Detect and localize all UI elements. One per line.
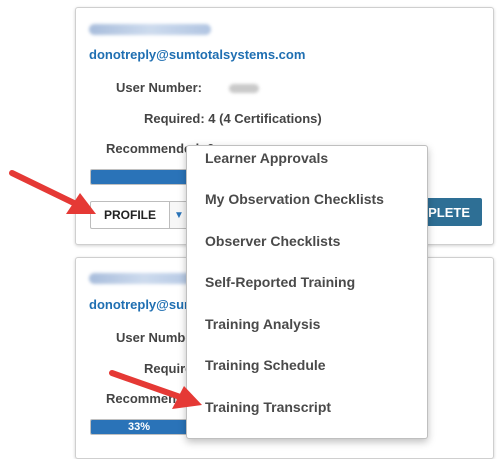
progress-bar bbox=[90, 169, 188, 185]
user-number-label: User Number: bbox=[116, 80, 202, 95]
menu-item-self-reported-training[interactable]: Self-Reported Training bbox=[205, 274, 355, 290]
user-email-link[interactable]: donotreply@sumtotalsystems.com bbox=[89, 47, 305, 62]
progress-percent: 33% bbox=[127, 421, 151, 433]
menu-item-my-observation-checklists[interactable]: My Observation Checklists bbox=[205, 191, 384, 207]
chevron-down-icon: ▼ bbox=[174, 209, 184, 221]
menu-item-training-analysis[interactable]: Training Analysis bbox=[205, 316, 320, 332]
user-number-redacted bbox=[229, 84, 259, 93]
menu-item-training-schedule[interactable]: Training Schedule bbox=[205, 357, 326, 373]
progress-fill: 33% bbox=[91, 420, 187, 434]
menu-item-observer-checklists[interactable]: Observer Checklists bbox=[205, 233, 340, 249]
progress-fill bbox=[91, 170, 187, 184]
required-count: Required: 4 (4 Certifications) bbox=[144, 111, 322, 126]
profile-dropdown-menu: Learner Approvals My Observation Checkli… bbox=[186, 145, 428, 439]
user-name-redacted bbox=[89, 273, 199, 284]
profile-button[interactable]: PROFILE bbox=[90, 201, 170, 229]
menu-item-training-transcript[interactable]: Training Transcript bbox=[205, 399, 331, 415]
menu-item-learner-approvals[interactable]: Learner Approvals bbox=[205, 150, 328, 166]
progress-bar: 33% bbox=[90, 419, 188, 435]
user-name-redacted bbox=[89, 24, 211, 35]
